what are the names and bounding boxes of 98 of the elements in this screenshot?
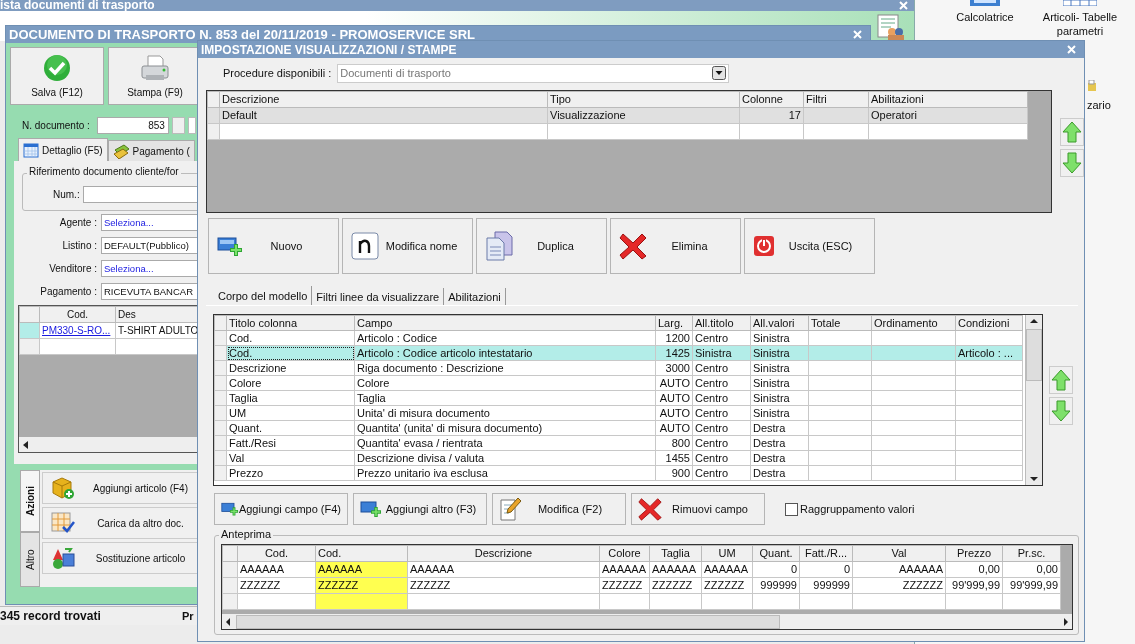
group-title: Riferimento documento cliente/for (27, 166, 181, 177)
column-header[interactable]: Campo (354, 315, 656, 331)
window-title: DOCUMENTO DI TRASPORTO N. 853 del 20/11/2019 - PROMOSERVICE SRL (9, 27, 475, 42)
desktop-icon-label[interactable]: Calcolatrice (956, 10, 1014, 24)
desktop-icon-label[interactable]: Articoli- Tabelle parametri (1035, 10, 1125, 38)
column-header[interactable]: Colore (599, 545, 650, 562)
table-icon[interactable] (1063, 0, 1097, 6)
column-header[interactable]: Descrizione (407, 545, 600, 562)
checkbox-label[interactable]: Raggruppamento valori (800, 503, 915, 515)
move-down-button[interactable] (1049, 397, 1073, 425)
column-header[interactable]: Larg. (655, 315, 693, 331)
column-header[interactable]: Fatt./R... (799, 545, 853, 562)
checkbox[interactable] (785, 502, 798, 516)
scroll-left-icon[interactable] (23, 440, 29, 449)
window-title: IMPOSTAZIONE VISUALIZZAZIONI / STAMPE (201, 42, 457, 57)
desktop-icon-label[interactable]: zario (1087, 98, 1111, 112)
duplicate-button[interactable]: Duplica (476, 218, 607, 274)
move-up-button[interactable] (1049, 366, 1073, 394)
field-label: Pagamento : (39, 286, 98, 297)
tab[interactable]: Dettaglio (F5) (18, 138, 108, 161)
delete-button[interactable]: Elimina (610, 218, 741, 274)
column-header[interactable]: All.valori (750, 315, 809, 331)
action-button[interactable]: Aggiungi campo (F4) (214, 493, 348, 525)
close-icon[interactable] (899, 1, 908, 10)
letter-key-icon (351, 232, 379, 260)
save-button[interactable]: Salva (F12) (10, 47, 104, 105)
scroll-thumb[interactable] (236, 614, 780, 629)
tab[interactable]: Azioni (20, 470, 40, 532)
exit-button[interactable]: Uscita (ESC) (744, 218, 875, 274)
column-header[interactable]: Totale (808, 315, 872, 331)
small-button[interactable] (171, 117, 185, 134)
scrollbar[interactable] (1025, 315, 1042, 485)
printer-icon (140, 54, 170, 82)
calculator-icon[interactable] (970, 0, 1000, 6)
column-header[interactable]: Colonne (739, 91, 804, 108)
column-header[interactable]: Condizioni (955, 315, 1023, 331)
action-button[interactable]: Rimuovi campo (631, 493, 765, 525)
column-header[interactable]: UM (701, 545, 753, 562)
field-label: Procedure disponibili : (223, 67, 332, 79)
tab[interactable]: Altro (20, 532, 40, 587)
column-header[interactable]: Descrizione (219, 91, 548, 108)
tab[interactable]: Pagamento ( (107, 140, 195, 161)
field-label: Agente : (58, 217, 98, 228)
procedure-dropdown[interactable]: Documenti di trasporto (337, 63, 730, 83)
scrollbar[interactable] (222, 614, 1072, 629)
column-header[interactable]: Tipo (547, 91, 740, 108)
column-header[interactable]: Prezzo (945, 545, 1003, 562)
column-header[interactable]: Ordinamento (871, 315, 956, 331)
monitor-plus-icon (221, 500, 239, 518)
action-button[interactable]: Modifica (F2) (492, 493, 626, 525)
column-header[interactable]: Cod. (315, 545, 408, 562)
cross-icon (619, 232, 647, 260)
column-header[interactable]: Titolo colonna (226, 315, 355, 331)
table-check-icon (51, 511, 75, 535)
field-label: Num.: (53, 189, 80, 200)
column-header[interactable]: Pr.sc. (1002, 545, 1061, 562)
banknote-icon (112, 143, 130, 159)
column-header[interactable]: Filtri (803, 91, 869, 108)
action-button[interactable]: Aggiungi altro (F3) (353, 493, 487, 525)
address-book-icon[interactable] (876, 14, 904, 40)
column-header[interactable]: Cod. (237, 545, 316, 562)
up-arrow-icon (1062, 121, 1082, 143)
field-label: N. documento : (22, 120, 90, 131)
move-up-button[interactable] (1060, 118, 1084, 146)
check-icon (43, 54, 71, 82)
calendar-icon (23, 142, 39, 158)
documents-icon (485, 231, 513, 261)
field-label: Listino : (61, 240, 98, 251)
rename-button[interactable]: Modifica nome (342, 218, 473, 274)
column-header[interactable]: Cod. (39, 306, 116, 323)
field-label: Venditore : (48, 263, 98, 274)
folder-icon[interactable] (1087, 80, 1097, 92)
close-icon[interactable] (1067, 45, 1076, 54)
new-button[interactable]: Nuovo (208, 218, 339, 274)
column-header[interactable]: Abilitazioni (868, 91, 1028, 108)
column-header[interactable]: Taglia (649, 545, 702, 562)
power-icon (753, 235, 775, 257)
down-arrow-icon (1051, 400, 1071, 422)
group-title: Anteprima (219, 528, 274, 540)
up-arrow-icon (1051, 369, 1071, 391)
status-text: Pr (182, 610, 194, 622)
monitor-plus-icon (217, 235, 243, 257)
pencil-document-icon (499, 497, 521, 521)
close-icon[interactable] (853, 30, 862, 39)
down-arrow-icon (1062, 152, 1082, 174)
shapes-icon (51, 546, 75, 570)
move-down-button[interactable] (1060, 149, 1084, 177)
cross-icon (638, 497, 662, 521)
record-count: 345 record trovati (0, 609, 101, 623)
scroll-thumb[interactable] (1026, 329, 1042, 381)
column-header[interactable]: Quant. (752, 545, 800, 562)
monitor-plus-icon (360, 500, 382, 518)
window-title: ista documenti di trasporto (0, 0, 155, 11)
box-plus-icon (51, 476, 75, 500)
column-header[interactable]: All.titolo (692, 315, 751, 331)
date-field[interactable] (187, 117, 196, 134)
column-header[interactable]: Val (852, 545, 946, 562)
document-number-field[interactable]: 853 (96, 117, 169, 134)
